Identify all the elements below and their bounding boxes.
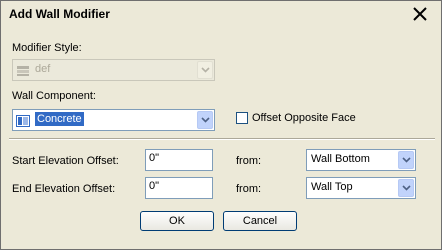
start-from-value: Wall Bottom — [311, 153, 370, 165]
modifier-style-value: def — [35, 63, 51, 75]
title-bar: Add Wall Modifier — [1, 1, 441, 28]
modifier-style-dropdown[interactable]: def — [12, 59, 215, 81]
divider — [9, 138, 435, 140]
wall-component-dropdown[interactable]: Concrete — [12, 109, 215, 131]
start-from-dropdown[interactable]: Wall Bottom — [306, 149, 416, 171]
offset-opposite-face-label: Offset Opposite Face — [252, 112, 356, 124]
start-elevation-label: Start Elevation Offset: — [12, 155, 119, 167]
wall-component-label: Wall Component: — [12, 90, 96, 102]
ok-button[interactable]: OK — [140, 211, 214, 231]
end-elevation-label: End Elevation Offset: — [12, 183, 116, 195]
start-elevation-input[interactable]: 0" — [145, 149, 213, 171]
close-icon[interactable] — [411, 5, 429, 23]
end-elevation-input[interactable]: 0" — [145, 177, 213, 199]
add-wall-modifier-dialog: Add Wall Modifier Modifier Style: def Wa… — [0, 0, 442, 250]
end-from-value: Wall Top — [311, 181, 353, 193]
wall-component-value: Concrete — [35, 112, 84, 126]
chevron-down-icon[interactable] — [197, 61, 213, 79]
chevron-down-icon[interactable] — [398, 179, 414, 197]
dialog-title: Add Wall Modifier — [9, 7, 110, 21]
end-from-dropdown[interactable]: Wall Top — [306, 177, 416, 199]
end-from-label: from: — [236, 183, 262, 195]
wall-component-icon — [16, 115, 30, 130]
chevron-down-icon[interactable] — [197, 111, 213, 129]
wall-style-icon — [16, 65, 30, 80]
start-from-label: from: — [236, 155, 262, 167]
modifier-style-label: Modifier Style: — [12, 42, 82, 54]
cancel-button[interactable]: Cancel — [223, 211, 297, 231]
offset-opposite-face-checkbox[interactable] — [236, 112, 248, 124]
chevron-down-icon[interactable] — [398, 151, 414, 169]
